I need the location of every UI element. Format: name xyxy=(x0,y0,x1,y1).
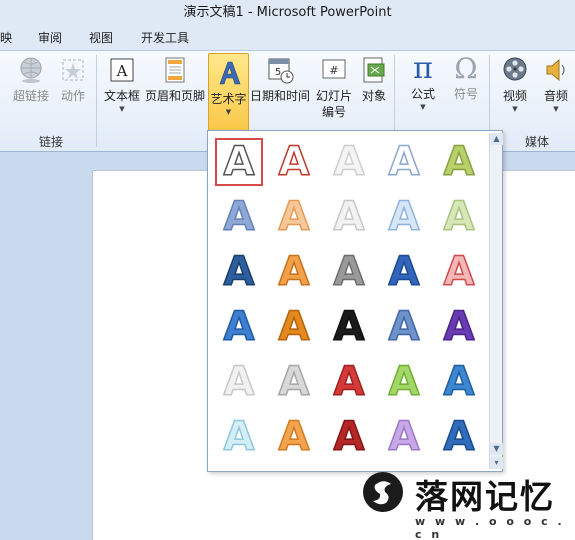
calendar-clock-icon: 5 xyxy=(268,58,294,84)
wordart-style-option[interactable]: A xyxy=(215,138,263,186)
wordart-gallery: AAAAAAAAAAAAAAAAAAAAAAAAAAAAAA ▲ ▼ ▾ xyxy=(207,130,503,472)
tab-review[interactable]: 审阅 xyxy=(38,29,62,46)
wordart-style-option[interactable]: A xyxy=(271,303,317,351)
wordart-grid: AAAAAAAAAAAAAAAAAAAAAAAAAAAAAA xyxy=(212,136,488,464)
ribbon-separator xyxy=(96,55,97,147)
speaker-icon xyxy=(546,58,565,82)
omega-icon: Ω xyxy=(454,52,478,85)
ribbon-tab-bar: 映 审阅 视图 开发工具 xyxy=(0,25,575,51)
video-label: 视频 xyxy=(502,89,527,103)
wordart-style-option[interactable]: A xyxy=(216,358,262,406)
equation-label: 公式 xyxy=(410,87,435,101)
wordart-style-option[interactable]: A xyxy=(381,303,427,351)
equation-button[interactable]: π 公式 ▼ xyxy=(402,51,444,112)
slide-number-label-1: 幻灯片 xyxy=(315,89,352,103)
wordart-style-option[interactable]: A xyxy=(381,138,427,186)
chevron-down-icon: ▼ xyxy=(119,105,125,113)
wordart-style-option[interactable]: A xyxy=(271,248,317,296)
gallery-scrollbar[interactable]: ▲ ▼ ▾ xyxy=(489,133,503,469)
chevron-down-icon: ▼ xyxy=(553,105,559,113)
pi-icon: π xyxy=(413,51,433,86)
globe-link-icon xyxy=(20,57,42,83)
watermark-url: w w w . o o o c . c n xyxy=(415,515,565,540)
watermark: 落网记忆 w w w . o o o c . c n xyxy=(355,468,573,540)
textbox-label: 文本框 xyxy=(103,89,140,103)
film-reel-icon xyxy=(503,57,527,81)
slide-number-icon: # xyxy=(322,59,346,79)
header-footer-icon xyxy=(165,57,185,83)
wordart-style-option[interactable]: A xyxy=(326,358,372,406)
wordart-style-option[interactable]: A xyxy=(216,303,262,351)
wordart-style-option[interactable]: A xyxy=(216,248,262,296)
header-footer-label: 页眉和页脚 xyxy=(144,89,205,103)
chevron-down-icon: ▼ xyxy=(225,108,232,116)
wordart-icon xyxy=(219,61,240,85)
wordart-style-option[interactable]: A xyxy=(271,193,317,241)
tab-developer[interactable]: 开发工具 xyxy=(141,29,189,46)
hyperlink-label: 超链接 xyxy=(12,89,49,103)
svg-text:5: 5 xyxy=(275,67,281,78)
wordart-style-option[interactable]: A xyxy=(326,303,372,351)
links-group-label: 链接 xyxy=(39,135,64,149)
wordart-style-option[interactable]: A xyxy=(436,303,482,351)
object-button[interactable]: 对象 xyxy=(358,55,390,104)
wordart-style-option[interactable]: A xyxy=(381,193,427,241)
wordart-style-option[interactable]: A xyxy=(436,413,482,461)
wordart-style-option[interactable]: A xyxy=(326,413,372,461)
wordart-style-option[interactable]: A xyxy=(326,248,372,296)
textbox-icon: A xyxy=(110,58,134,82)
wordart-style-option[interactable]: A xyxy=(271,138,317,186)
audio-button[interactable]: 音频 ▼ xyxy=(538,55,574,113)
wordart-style-option[interactable]: A xyxy=(436,248,482,296)
watermark-logo-icon xyxy=(363,472,403,512)
wordart-button[interactable]: 艺术字 ▼ xyxy=(208,53,249,131)
wordart-style-option[interactable]: A xyxy=(381,248,427,296)
wordart-style-option[interactable]: A xyxy=(436,193,482,241)
datetime-label: 日期和时间 xyxy=(250,89,311,103)
wordart-style-option[interactable]: A xyxy=(381,413,427,461)
action-button[interactable]: 动作 xyxy=(56,55,90,104)
header-footer-button[interactable]: 页眉和页脚 xyxy=(144,55,206,104)
video-button[interactable]: 视频 ▼ xyxy=(497,55,533,113)
chevron-down-icon: ▼ xyxy=(512,105,518,113)
hyperlink-button[interactable]: 超链接 xyxy=(10,55,52,104)
wordart-style-option[interactable]: A xyxy=(271,358,317,406)
wordart-style-option[interactable]: A xyxy=(381,358,427,406)
media-group-label: 媒体 xyxy=(525,135,550,149)
svg-text:#: # xyxy=(329,64,338,77)
datetime-button[interactable]: 5 日期和时间 xyxy=(250,55,310,104)
wordart-style-option[interactable]: A xyxy=(216,413,262,461)
window-titlebar: 演示文稿1 - Microsoft PowerPoint xyxy=(0,0,575,25)
object-icon xyxy=(363,57,385,83)
audio-label: 音频 xyxy=(543,89,568,103)
scroll-down-button[interactable]: ▼ xyxy=(490,443,503,455)
object-label: 对象 xyxy=(361,89,386,103)
tab-slideshow-partial[interactable]: 映 xyxy=(0,29,12,46)
wordart-style-option[interactable]: A xyxy=(271,413,317,461)
wordart-style-option[interactable]: A xyxy=(436,358,482,406)
action-star-icon xyxy=(62,59,84,81)
chevron-down-icon: ▼ xyxy=(420,103,426,111)
symbol-button[interactable]: Ω 符号 xyxy=(448,53,484,102)
wordart-style-option[interactable]: A xyxy=(326,138,372,186)
tab-view[interactable]: 视图 xyxy=(89,29,113,46)
svg-text:A: A xyxy=(116,62,128,80)
wordart-style-option[interactable]: A xyxy=(326,193,372,241)
symbol-label: 符号 xyxy=(453,87,478,101)
slide-number-label-2: 编号 xyxy=(321,105,346,119)
window-title: 演示文稿1 - Microsoft PowerPoint xyxy=(183,5,392,20)
action-label: 动作 xyxy=(60,89,85,103)
textbox-button[interactable]: A 文本框 ▼ xyxy=(102,55,142,113)
wordart-style-option[interactable]: A xyxy=(436,138,482,186)
scroll-up-button[interactable]: ▲ xyxy=(490,133,503,145)
wordart-style-option[interactable]: A xyxy=(216,193,262,241)
wordart-label: 艺术字 xyxy=(210,92,247,106)
slide-number-button[interactable]: # 幻灯片 编号 xyxy=(312,55,356,120)
watermark-text: 落网记忆 xyxy=(415,477,555,516)
